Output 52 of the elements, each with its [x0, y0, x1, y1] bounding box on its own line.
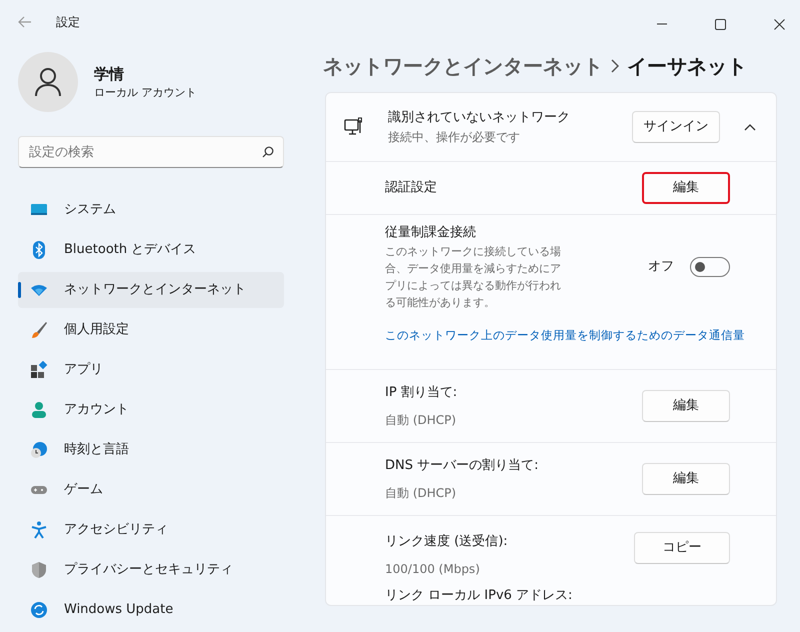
window-title: 設定: [56, 14, 80, 31]
property-label: リンク速度 (送受信):: [385, 533, 509, 551]
copy-button[interactable]: コピー: [634, 532, 730, 564]
setting-value: 自動 (DHCP): [385, 484, 458, 502]
user-name: 学情: [94, 64, 125, 84]
toggle-state: オフ: [648, 258, 674, 276]
search-icon: [262, 146, 274, 158]
setting-label: 従量制課金接続: [385, 224, 477, 242]
sign-in-button[interactable]: サインイン: [632, 111, 720, 143]
sidebar-item[interactable]: 個人用設定: [18, 312, 284, 348]
toggle-switch[interactable]: [690, 256, 730, 277]
data-usage-link[interactable]: このネットワーク上のデータ使用量を制御するためのデータ通信量: [385, 326, 745, 344]
breadcrumb-parent[interactable]: ネットワークとインターネット: [323, 56, 603, 76]
accessibility-icon: [30, 521, 48, 539]
paintbrush-icon: [30, 321, 48, 339]
sidebar-item[interactable]: ネットワークとインターネット: [18, 272, 284, 308]
sidebar-item[interactable]: Bluetooth とデバイス: [18, 232, 284, 268]
close-icon[interactable]: [774, 18, 785, 30]
sync-icon: [30, 601, 48, 619]
setting-label: IP 割り当て:: [385, 384, 458, 402]
globe-clock-icon: [30, 441, 48, 459]
setting-label: 認証設定: [385, 179, 437, 198]
setting-description: このネットワークに接続している場合、データ使用量を減らすためにアプリによっては異なる動作が行われる可能性があります。: [385, 244, 562, 310]
monitor-icon: [344, 117, 364, 137]
sidebar-item[interactable]: アクセシビリティ: [18, 512, 284, 548]
setting-value: 自動 (DHCP): [385, 412, 458, 429]
property-value: 100/100 (Mbps): [385, 560, 481, 578]
property-label: リンク ローカル IPv6 アドレス:: [385, 586, 572, 604]
bluetooth-icon: [30, 241, 48, 259]
search-field[interactable]: 設定の検索: [18, 136, 284, 168]
chevron-up-icon[interactable]: [744, 124, 756, 130]
sidebar-item[interactable]: プライバシーとセキュリティ: [18, 552, 284, 588]
sidebar-item[interactable]: Windows Update: [18, 592, 284, 628]
sidebar-item[interactable]: 時刻と言語: [18, 432, 284, 468]
person-icon: [30, 401, 48, 419]
sidebar-item[interactable]: アカウント: [18, 392, 284, 428]
shield-icon: [30, 561, 48, 579]
sidebar-item[interactable]: アプリ: [18, 352, 284, 388]
account-type: ローカル アカウント: [94, 85, 196, 101]
network-name: 識別されていないネットワーク: [388, 109, 571, 128]
sidebar-item[interactable]: システム: [18, 192, 284, 228]
network-status: 接続中、操作が必要です: [388, 128, 521, 146]
setting-label: DNS サーバーの割り当て:: [385, 457, 538, 476]
chevron-right-icon: [611, 59, 619, 73]
maximize-icon[interactable]: [715, 18, 726, 30]
edit-button[interactable]: 編集: [642, 172, 730, 204]
page-title: イーサネット: [627, 56, 747, 76]
apps-icon: [30, 361, 48, 379]
minimize-icon[interactable]: [657, 23, 667, 25]
sidebar-item[interactable]: ゲーム: [18, 472, 284, 508]
edit-button[interactable]: 編集: [642, 463, 730, 495]
edit-button[interactable]: 編集: [642, 390, 730, 422]
